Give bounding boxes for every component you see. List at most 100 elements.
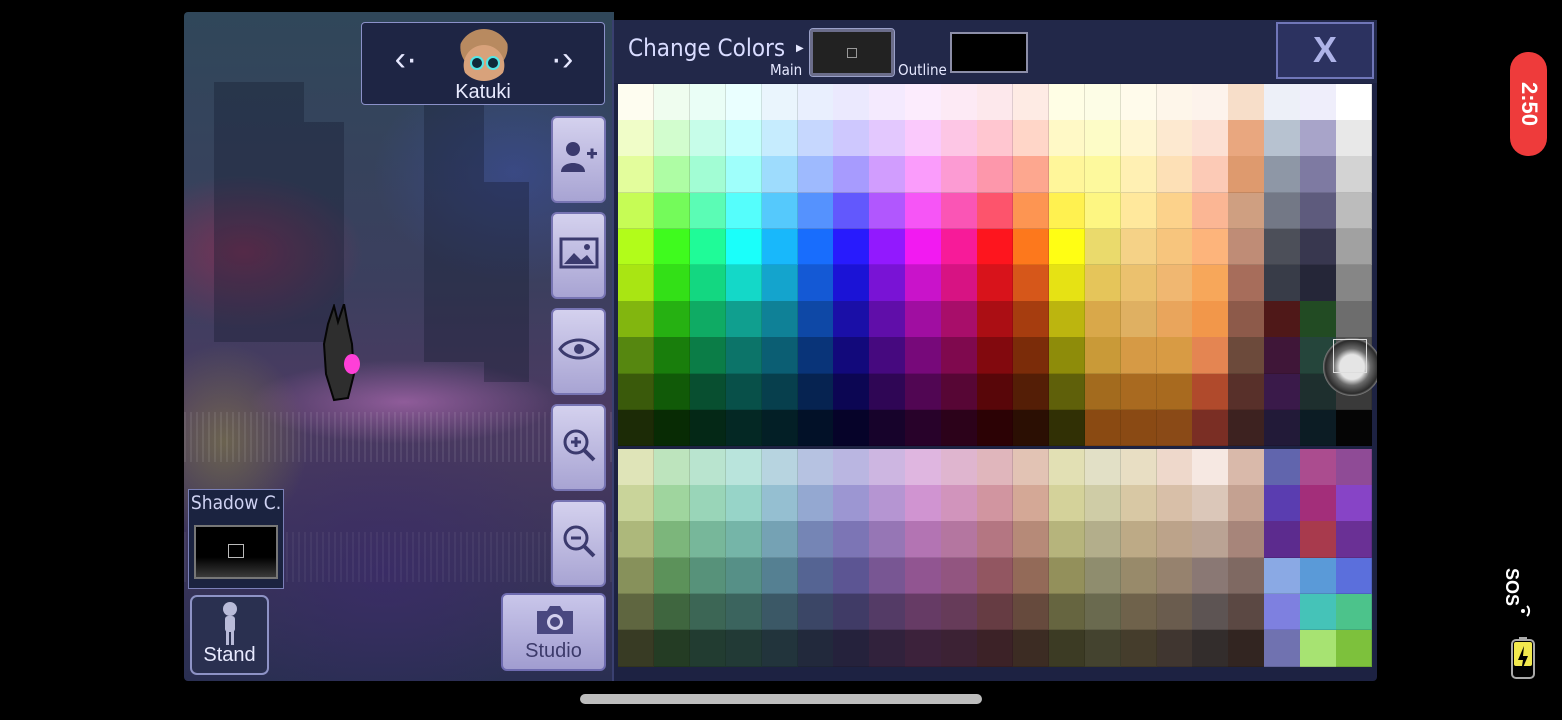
- color-swatch[interactable]: [761, 84, 798, 121]
- color-swatch[interactable]: [1048, 337, 1086, 375]
- color-swatch[interactable]: [797, 301, 834, 338]
- color-swatch[interactable]: [725, 265, 763, 302]
- color-swatch[interactable]: [618, 409, 655, 447]
- color-swatch[interactable]: [833, 301, 870, 338]
- color-swatch[interactable]: [941, 373, 978, 411]
- color-swatch[interactable]: [1228, 593, 1265, 631]
- color-swatch[interactable]: [1012, 301, 1050, 338]
- color-swatch[interactable]: [1156, 84, 1193, 121]
- color-swatch[interactable]: [725, 593, 763, 631]
- color-swatch[interactable]: [1012, 630, 1050, 667]
- color-swatch[interactable]: [761, 409, 798, 447]
- color-swatch[interactable]: [977, 192, 1014, 230]
- studio-button[interactable]: Studio: [501, 593, 606, 671]
- color-swatch[interactable]: [905, 557, 942, 595]
- color-swatch[interactable]: [977, 593, 1014, 631]
- color-swatch[interactable]: [797, 485, 834, 522]
- color-swatch[interactable]: [653, 449, 691, 486]
- color-swatch[interactable]: [869, 265, 906, 302]
- color-swatch[interactable]: [869, 337, 906, 375]
- color-swatch[interactable]: [1300, 228, 1337, 266]
- color-swatch[interactable]: [725, 84, 763, 121]
- color-swatch[interactable]: [1120, 409, 1158, 447]
- color-swatch[interactable]: [1228, 156, 1265, 194]
- color-swatch[interactable]: [689, 156, 727, 194]
- color-swatch[interactable]: [725, 630, 763, 667]
- color-swatch[interactable]: [1048, 301, 1086, 338]
- character-avatar[interactable]: [458, 29, 510, 81]
- color-swatch[interactable]: [1192, 192, 1229, 230]
- color-swatch[interactable]: [1300, 630, 1337, 667]
- color-swatch[interactable]: [1084, 192, 1122, 230]
- color-swatch[interactable]: [1264, 265, 1301, 302]
- color-swatch[interactable]: [725, 485, 763, 522]
- color-swatch[interactable]: [1120, 593, 1158, 631]
- color-swatch[interactable]: [869, 228, 906, 266]
- color-swatch[interactable]: [1264, 485, 1301, 522]
- color-swatch[interactable]: [905, 337, 942, 375]
- color-swatch[interactable]: [689, 485, 727, 522]
- color-swatch[interactable]: [1084, 449, 1122, 486]
- color-swatch[interactable]: [689, 630, 727, 667]
- color-swatch[interactable]: [1228, 192, 1265, 230]
- color-swatch[interactable]: [797, 120, 834, 157]
- color-swatch[interactable]: [1084, 301, 1122, 338]
- color-swatch[interactable]: [1336, 593, 1373, 631]
- color-swatch[interactable]: [797, 630, 834, 667]
- color-swatch[interactable]: [869, 630, 906, 667]
- color-swatch[interactable]: [618, 228, 655, 266]
- color-swatch[interactable]: [653, 409, 691, 447]
- color-swatch[interactable]: [1192, 449, 1229, 486]
- color-swatch[interactable]: [653, 593, 691, 631]
- color-swatch[interactable]: [1156, 373, 1193, 411]
- color-swatch[interactable]: [1192, 593, 1229, 631]
- color-swatch[interactable]: [1084, 409, 1122, 447]
- color-swatch[interactable]: [1192, 485, 1229, 522]
- color-swatch[interactable]: [725, 557, 763, 595]
- color-swatch[interactable]: [1192, 557, 1229, 595]
- color-swatch[interactable]: [797, 84, 834, 121]
- color-swatch[interactable]: [618, 373, 655, 411]
- color-swatch[interactable]: [1084, 630, 1122, 667]
- color-swatch[interactable]: [1336, 630, 1373, 667]
- color-swatch[interactable]: [941, 521, 978, 559]
- color-swatch[interactable]: [1264, 521, 1301, 559]
- character-figure[interactable]: [318, 302, 368, 404]
- color-swatch[interactable]: [1012, 409, 1050, 447]
- color-swatch[interactable]: [1264, 301, 1301, 338]
- color-swatch[interactable]: [1048, 192, 1086, 230]
- color-swatch[interactable]: [1120, 557, 1158, 595]
- color-swatch[interactable]: [833, 120, 870, 157]
- color-swatch[interactable]: [1264, 449, 1301, 486]
- color-swatch[interactable]: [905, 630, 942, 667]
- color-swatch[interactable]: [833, 156, 870, 194]
- color-swatch[interactable]: [725, 301, 763, 338]
- color-swatch[interactable]: [833, 192, 870, 230]
- color-swatch[interactable]: [653, 120, 691, 157]
- color-swatch[interactable]: [977, 485, 1014, 522]
- color-swatch[interactable]: [1156, 156, 1193, 194]
- color-swatch[interactable]: [905, 265, 942, 302]
- color-swatch[interactable]: [1264, 120, 1301, 157]
- color-swatch[interactable]: [833, 373, 870, 411]
- color-swatch[interactable]: [1336, 557, 1373, 595]
- color-swatch[interactable]: [618, 485, 655, 522]
- zoom-in-button[interactable]: [551, 404, 606, 491]
- color-swatch[interactable]: [869, 156, 906, 194]
- color-swatch[interactable]: [1192, 265, 1229, 302]
- color-swatch[interactable]: [1048, 373, 1086, 411]
- color-swatch[interactable]: [833, 485, 870, 522]
- color-swatch[interactable]: [941, 84, 978, 121]
- color-swatch[interactable]: [1156, 265, 1193, 302]
- color-swatch[interactable]: [725, 409, 763, 447]
- color-swatch[interactable]: [1156, 409, 1193, 447]
- color-swatch[interactable]: [833, 337, 870, 375]
- color-swatch[interactable]: [653, 337, 691, 375]
- color-swatch[interactable]: [869, 409, 906, 447]
- color-swatch[interactable]: [1156, 228, 1193, 266]
- color-swatch[interactable]: [689, 409, 727, 447]
- color-swatch[interactable]: [1048, 265, 1086, 302]
- color-swatch[interactable]: [833, 228, 870, 266]
- color-swatch[interactable]: [797, 557, 834, 595]
- color-swatch[interactable]: [869, 84, 906, 121]
